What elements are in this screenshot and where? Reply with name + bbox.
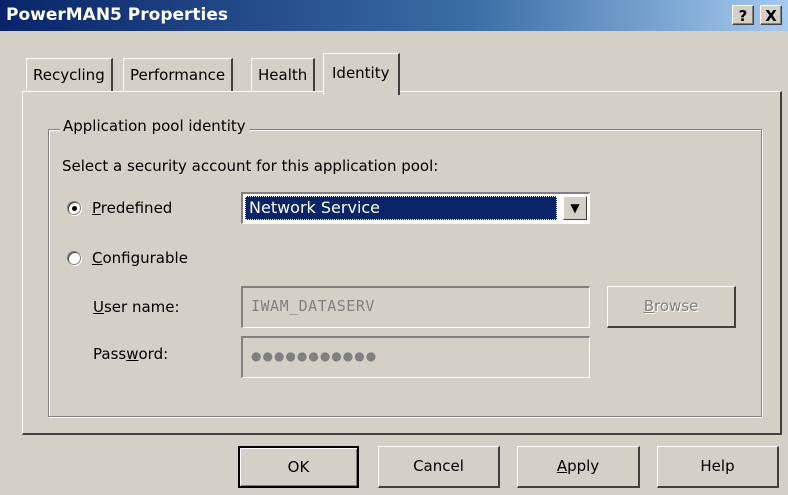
tab-identity[interactable]: Identity [323, 53, 400, 95]
browse-label-rest: rowse [653, 297, 699, 315]
group-label: Application pool identity [60, 117, 249, 135]
properties-dialog: PowerMAN5 Properties ? X Recycling Perfo… [0, 0, 788, 495]
instruction-text: Select a security account for this appli… [62, 157, 439, 175]
chevron-down-icon[interactable]: ▼ [563, 196, 587, 220]
ok-button[interactable]: OK [238, 446, 359, 488]
selected-account: Network Service [245, 196, 557, 220]
title-bar[interactable]: PowerMAN5 Properties ? X [0, 0, 788, 31]
tab-label: Recycling [33, 66, 105, 84]
configurable-mnemonic: C [92, 249, 103, 267]
user-name-label: User name: [93, 298, 180, 316]
tab-label: Identity [332, 64, 390, 82]
tab-recycling[interactable]: Recycling [26, 58, 113, 92]
window-title: PowerMAN5 Properties [6, 5, 229, 25]
user-name-label-rest: ser name: [103, 298, 180, 316]
predefined-radio[interactable] [67, 201, 81, 215]
apply-mnemonic: A [556, 457, 568, 475]
configurable-label[interactable]: Configurable [92, 249, 188, 267]
predefined-account-select[interactable]: Network Service ▼ [241, 192, 590, 224]
browse-button[interactable]: Browse [607, 286, 736, 328]
password-field[interactable]: ●●●●●●●●●●● [241, 336, 590, 378]
configurable-label-rest: onfigurable [102, 249, 188, 267]
help-icon[interactable]: ? [732, 5, 754, 25]
user-name-mnemonic: U [93, 298, 104, 316]
password-label-after: ord: [138, 345, 169, 363]
browse-mnemonic: B [643, 297, 654, 315]
apply-button[interactable]: Apply [517, 446, 640, 488]
tab-performance[interactable]: Performance [123, 58, 234, 92]
tab-label: Performance [130, 66, 226, 84]
predefined-label[interactable]: Predefined [92, 199, 172, 217]
password-label: Password: [93, 345, 168, 363]
close-icon[interactable]: X [760, 5, 782, 25]
configurable-radio[interactable] [67, 251, 81, 265]
tab-health[interactable]: Health [251, 58, 316, 92]
password-label-before: Pass [93, 345, 127, 363]
predefined-label-rest: redefined [100, 199, 173, 217]
password-mnemonic: w [126, 345, 139, 363]
apply-label-rest: pply [567, 457, 600, 475]
help-button[interactable]: Help [657, 446, 779, 488]
predefined-mnemonic: P [92, 199, 101, 217]
user-name-field[interactable]: IWAM_DATASERV [241, 286, 590, 328]
cancel-button[interactable]: Cancel [378, 446, 500, 488]
tab-label: Health [258, 66, 308, 84]
